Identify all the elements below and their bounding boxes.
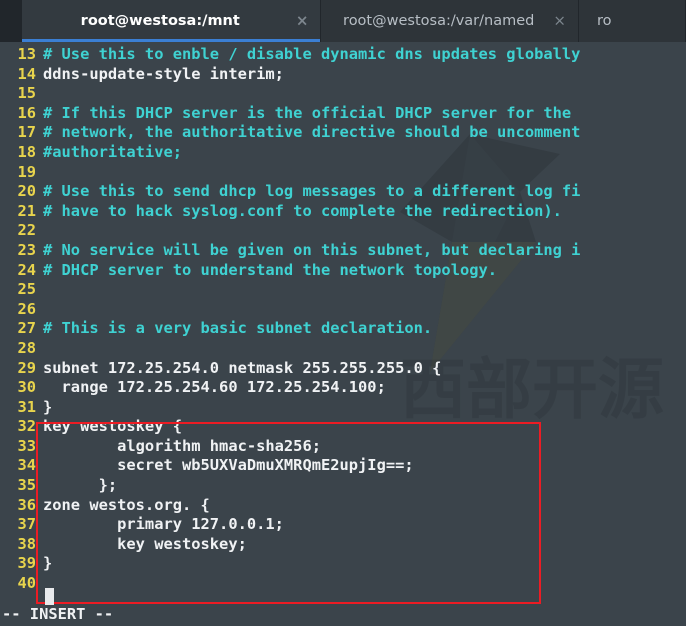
line-content: ddns-update-style interim; (43, 64, 284, 83)
tab-label: ro (596, 13, 612, 29)
line-number: 17 (17, 123, 36, 142)
line-number: 37 (17, 515, 36, 534)
line-number: 31 (17, 397, 36, 416)
code-line: 30 range 172.25.254.60 172.25.254.100; (0, 378, 686, 398)
line-number: 14 (17, 64, 36, 83)
code-line: 34 secret wb5UXVaDmuXMRQmE2upjIg==; (0, 456, 686, 476)
code-line: 33 algorithm hmac-sha256; (0, 437, 686, 457)
code-line: 38 key westoskey; (0, 535, 686, 555)
code-line: 17 # network, the authoritative directive… (0, 123, 686, 143)
line-number: 16 (17, 103, 36, 122)
code-line: 19 (0, 163, 686, 183)
line-content: } (43, 554, 53, 573)
line-number: 35 (17, 476, 36, 495)
code-line: 13 # Use this to enble / disable dynamic … (0, 45, 686, 65)
code-line: 25 (0, 280, 686, 300)
code-line: 14 ddns-update-style interim; (0, 65, 686, 85)
line-content: # network, the authoritative directive s… (43, 123, 581, 142)
line-number: 13 (17, 45, 36, 63)
line-content: }; (43, 476, 118, 495)
terminal-window: root@westosa:/mnt × root@westosa:/var/na… (0, 0, 686, 626)
line-number: 30 (17, 378, 36, 397)
code-line: 36 zone westos.org. { (0, 496, 686, 516)
line-number: 15 (17, 84, 36, 103)
line-content: # Use this to enble / disable dynamic dn… (43, 45, 581, 63)
line-number: 40 (17, 574, 36, 593)
line-number: 25 (17, 280, 36, 299)
code-line: 26 (0, 300, 686, 320)
code-line: 28 (0, 339, 686, 359)
line-number: 23 (17, 240, 36, 259)
code-line: 31} (0, 398, 686, 418)
code-line: 23 # No service will be given on this sub… (0, 241, 686, 261)
line-content: algorithm hmac-sha256; (43, 436, 321, 455)
line-content: primary 127.0.0.1; (43, 515, 284, 534)
code-line: 32 key westoskey { (0, 417, 686, 437)
tab-label: root@westosa:/mnt (80, 13, 240, 29)
tab-label: root@westosa:/var/named (343, 13, 535, 29)
line-number: 26 (17, 299, 36, 318)
line-number: 33 (17, 436, 36, 455)
vim-status-line: -- INSERT -- (2, 605, 114, 623)
line-content: range 172.25.254.60 172.25.254.100; (43, 378, 386, 397)
code-line: 35 }; (0, 476, 686, 496)
close-icon[interactable]: × (296, 13, 309, 29)
code-line: 39} (0, 554, 686, 574)
line-number: 38 (17, 534, 36, 553)
code-line: 15 (0, 84, 686, 104)
tab-bar-left-gutter (0, 0, 22, 42)
line-content: key westoskey { (43, 417, 182, 436)
line-content: #authoritative; (43, 142, 182, 161)
code-area[interactable]: 13 # Use this to enble / disable dynamic … (0, 42, 686, 594)
line-content: } (43, 397, 53, 416)
line-number: 34 (17, 456, 36, 475)
code-line: 24 # DHCP server to understand the networ… (0, 261, 686, 281)
tab-root-westosa-mnt[interactable]: root@westosa:/mnt × (22, 0, 322, 42)
line-number: 22 (17, 221, 36, 240)
code-line: 16 # If this DHCP server is the official … (0, 104, 686, 124)
line-number: 27 (17, 319, 36, 338)
line-number: 20 (17, 182, 36, 201)
line-content: zone westos.org. { (43, 495, 210, 514)
code-line: 27 # This is a very basic subnet declarat… (0, 319, 686, 339)
tab-root-westosa-var-named[interactable]: root@westosa:/var/named × (321, 0, 579, 42)
tab-third-truncated[interactable]: ro (578, 0, 686, 42)
code-line: 22 (0, 221, 686, 241)
line-content: subnet 172.25.254.0 netmask 255.255.255.… (43, 358, 442, 377)
line-content: key westoskey; (43, 534, 247, 553)
code-line: 21 # have to hack syslog.conf to complete… (0, 202, 686, 222)
line-content: # This is a very basic subnet declaratio… (43, 319, 433, 338)
line-content: secret wb5UXVaDmuXMRQmE2upjIg==; (43, 456, 414, 475)
line-content: # DHCP server to understand the network … (43, 260, 498, 279)
line-number: 32 (17, 417, 36, 436)
vim-editor-pane[interactable]: 西部开源 13 # Use this to enble / disable dyn… (0, 42, 686, 626)
line-number: 39 (17, 554, 36, 573)
code-line: 20 # Use this to send dhcp log messages t… (0, 182, 686, 202)
close-icon[interactable]: × (553, 13, 566, 29)
line-number: 24 (17, 260, 36, 279)
line-content: # No service will be given on this subne… (43, 240, 581, 259)
line-number: 19 (17, 162, 36, 181)
line-number: 29 (17, 358, 36, 377)
code-line: 40 (0, 574, 686, 594)
code-line: 37 primary 127.0.0.1; (0, 515, 686, 535)
line-content: # Use this to send dhcp log messages to … (43, 182, 581, 201)
code-line: 18 #authoritative; (0, 143, 686, 163)
code-line: 29 subnet 172.25.254.0 netmask 255.255.25… (0, 359, 686, 379)
text-cursor (45, 588, 54, 605)
line-number: 21 (17, 201, 36, 220)
line-content: # If this DHCP server is the official DH… (43, 103, 572, 122)
tab-bar: root@westosa:/mnt × root@westosa:/var/na… (0, 0, 686, 42)
line-number: 36 (17, 495, 36, 514)
line-number: 28 (17, 338, 36, 357)
line-content: # have to hack syslog.conf to complete t… (43, 201, 562, 220)
line-number: 18 (17, 142, 36, 161)
